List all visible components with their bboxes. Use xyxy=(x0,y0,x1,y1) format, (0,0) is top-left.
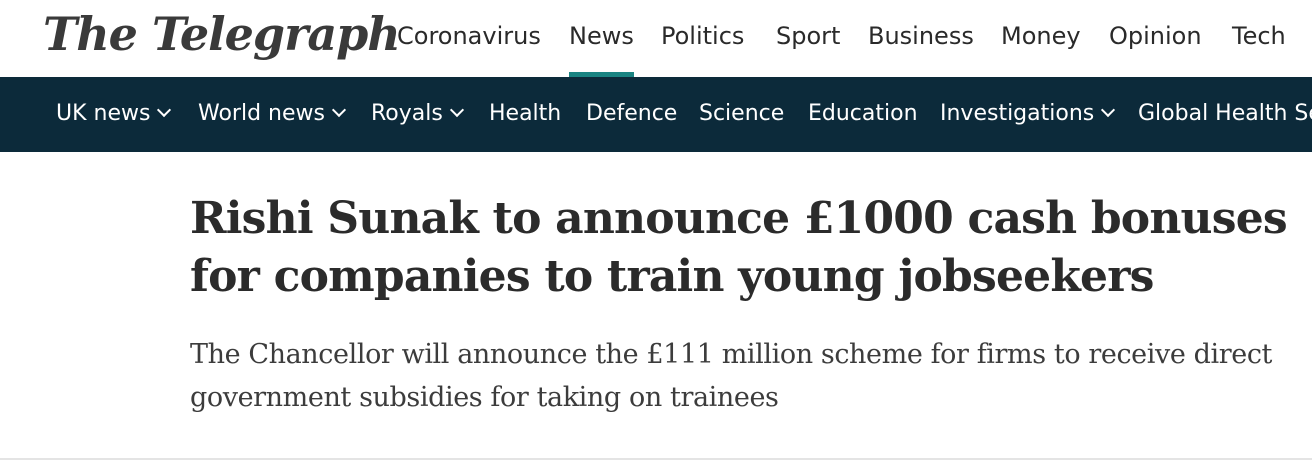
subnav-item-defence[interactable]: Defence xyxy=(586,77,677,152)
site-header: The Telegraph Coronavirus News Politics … xyxy=(0,0,1312,77)
main-nav-item-money[interactable]: Money xyxy=(1001,0,1081,77)
chevron-down-icon xyxy=(449,102,464,118)
subnav-item-world-news[interactable]: World news xyxy=(198,77,347,152)
subnav-item-royals[interactable]: Royals xyxy=(371,77,464,152)
subnav-item-label: World news xyxy=(198,101,325,126)
divider xyxy=(0,458,1312,460)
section-subnav: UK news World news Royals Health Defence… xyxy=(0,77,1312,152)
main-nav-item-politics[interactable]: Politics xyxy=(661,0,744,77)
main-nav-item-news[interactable]: News xyxy=(569,0,634,77)
chevron-down-icon xyxy=(331,102,347,118)
subnav-item-health[interactable]: Health xyxy=(489,77,561,152)
subnav-item-label: Education xyxy=(808,101,918,126)
subnav-item-uk-news[interactable]: UK news xyxy=(56,77,172,152)
subnav-item-label: Health xyxy=(489,101,562,126)
subnav-item-label: Global Health Se xyxy=(1138,101,1312,126)
subnav-item-education[interactable]: Education xyxy=(808,77,918,152)
subnav-item-label: Investigations xyxy=(940,101,1095,126)
subnav-item-global-health-security[interactable]: Global Health Se xyxy=(1138,77,1312,152)
main-nav-item-opinion[interactable]: Opinion xyxy=(1109,0,1202,77)
subnav-item-investigations[interactable]: Investigations xyxy=(940,77,1116,152)
main-nav-item-coronavirus[interactable]: Coronavirus xyxy=(397,0,541,77)
article-headline: Rishi Sunak to announce £1000 cash bonus… xyxy=(190,193,1288,302)
subnav-item-label: UK news xyxy=(56,101,151,126)
chevron-down-icon xyxy=(1101,102,1116,118)
main-nav: Coronavirus News Politics Sport Business… xyxy=(0,0,1312,77)
subnav-item-label: Royals xyxy=(371,101,443,126)
main-nav-item-tech[interactable]: Tech xyxy=(1232,0,1286,77)
chevron-down-icon xyxy=(157,102,172,118)
subnav-item-label: Defence xyxy=(586,101,678,126)
main-nav-item-sport[interactable]: Sport xyxy=(776,0,840,77)
subnav-item-label: Science xyxy=(699,101,785,126)
article-standfirst: The Chancellor will announce the £111 mi… xyxy=(190,339,1272,413)
main-nav-item-business[interactable]: Business xyxy=(868,0,974,77)
subnav-item-science[interactable]: Science xyxy=(699,77,784,152)
